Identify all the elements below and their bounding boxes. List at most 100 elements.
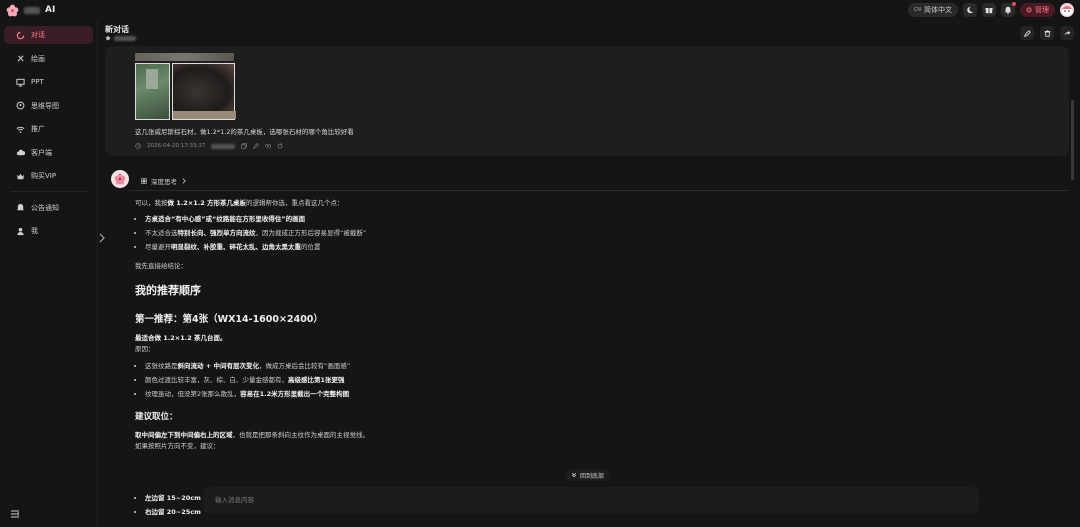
back-to-bottom-label: 回到底部 xyxy=(580,472,605,480)
sidebar-item-drawing[interactable]: 绘画 xyxy=(4,50,93,68)
gift-icon xyxy=(985,8,993,14)
crown-icon xyxy=(16,173,25,179)
share-icon xyxy=(1064,30,1070,36)
sidebar-nav: 对话 绘画 PPT 思维导图 推广 客户端 购买VIP 公告通知 我 xyxy=(0,20,97,252)
assistant-answer: 可以，我按做 1.2×1.2 方形茶几桌板的逻辑帮你选，重点看这几个点： 方桌适… xyxy=(135,194,895,450)
first-recommendation-summary: 最适合做 1.2×1.2 茶几台面。 xyxy=(135,334,227,343)
bell-icon xyxy=(16,203,25,211)
collapse-sidebar-icon[interactable] xyxy=(10,509,20,519)
delete-button[interactable] xyxy=(1040,26,1054,40)
cherry-blossom-logo-icon xyxy=(6,4,19,16)
notification-dot xyxy=(1012,2,1016,6)
refresh-icon[interactable] xyxy=(277,143,283,149)
message-input[interactable] xyxy=(213,493,813,507)
sidebar-item-mindmap[interactable]: 思维导图 xyxy=(4,97,93,115)
position-advice: 取中间偏左下到中间偏右上的区域，也就是把那条斜向主纹作为桌面的主视觉线。 xyxy=(135,430,369,439)
sidebar-item-chat[interactable]: 对话 xyxy=(4,26,93,44)
list-item: 这张纹路是斜向流动 + 中间有层次变化，做成方桌后会比较有“画面感” xyxy=(145,362,895,370)
share-button[interactable] xyxy=(1060,26,1074,40)
chat-header: 新对话 xyxy=(99,20,1080,46)
list-item: 方桌适合“有中心感”或“纹路能在方形里收得住”的画面 xyxy=(145,215,895,223)
admin-label: 管理 xyxy=(1035,6,1049,14)
sidebar-item-label: PPT xyxy=(31,78,44,86)
chat-subtitle xyxy=(105,35,136,41)
sidebar-item-announcements[interactable]: 公告通知 xyxy=(4,199,93,217)
sidebar-item-label: 推广 xyxy=(31,125,45,133)
settings-icon xyxy=(1026,7,1032,13)
sidebar-item-label: 绘画 xyxy=(31,54,45,63)
bell-icon xyxy=(1004,6,1012,14)
chevrons-down-icon xyxy=(571,472,577,478)
sidebar-item-label: 客户端 xyxy=(31,148,52,157)
theme-toggle-button[interactable] xyxy=(963,3,977,17)
sidebar-divider xyxy=(10,190,87,192)
back-to-bottom-button[interactable]: 回到底部 xyxy=(565,469,611,481)
sidebar-item-me[interactable]: 我 xyxy=(4,222,93,240)
edit-icon xyxy=(1023,29,1031,37)
tail-list: 左边留 15~20cm 右边留 20~25cm xyxy=(135,494,201,516)
chevron-right-icon xyxy=(182,178,186,184)
user-icon xyxy=(17,227,24,235)
model-name-redacted xyxy=(114,35,136,41)
key-points-list: 方桌适合“有中心感”或“纹路能在方形里收得住”的画面 不太适合选特别长向、强烈单… xyxy=(135,215,895,251)
mindmap-icon xyxy=(16,101,25,110)
presentation-icon xyxy=(16,78,25,87)
chat-title: 新对话 xyxy=(105,25,129,34)
user-avatar[interactable] xyxy=(1060,3,1074,17)
reason-label: 原因： xyxy=(135,345,155,354)
conclusion-lead: 我先直接给结论： xyxy=(135,261,187,270)
sidebar: 对话 绘画 PPT 思维导图 推广 客户端 购买VIP 公告通知 我 xyxy=(0,20,98,527)
gift-button[interactable] xyxy=(982,3,996,17)
user-message: 这几张威尼斯棕石材，做1.2*1.2的茶几桌板，选哪张石材的哪个角比较好看 20… xyxy=(105,46,1069,156)
heading-position: 建议取位： xyxy=(135,411,178,422)
reasons-list: 这张纹路是斜向流动 + 中间有层次变化，做成方桌后会比较有“画面感” 颜色过渡比… xyxy=(135,362,895,398)
sidebar-item-ppt[interactable]: PPT xyxy=(4,73,93,91)
sidebar-item-promotion[interactable]: 推广 xyxy=(4,120,93,138)
sidebar-item-label: 我 xyxy=(31,227,38,235)
assistant-avatar xyxy=(111,170,129,188)
position-note: 如果按照片方向不变，建议： xyxy=(135,441,220,450)
divider xyxy=(129,190,1069,191)
list-item: 不太适合选特别长向、强烈单方向流纹，因为裁成正方形后容易显得“被截断” xyxy=(145,229,895,237)
top-bar: AI CN 简体中文 管理 xyxy=(0,0,1080,20)
heading-first-recommendation: 第一推荐：第4张（WX14-1600×2400） xyxy=(135,314,323,326)
star-icon[interactable] xyxy=(105,35,111,41)
heading-recommend-order: 我的推荐顺序 xyxy=(135,283,201,297)
cloud-icon xyxy=(16,149,25,156)
user-message-text: 这几张威尼斯棕石材，做1.2*1.2的茶几桌板，选哪张石材的哪个角比较好看 xyxy=(135,128,354,136)
image-attachments xyxy=(135,63,236,120)
message-input-bar xyxy=(203,487,979,514)
deep-thinking-label: 深度思考 xyxy=(151,178,177,186)
avatar-face-icon xyxy=(1062,6,1072,16)
brand-name: AI xyxy=(45,5,56,15)
copy-icon[interactable] xyxy=(241,143,248,149)
sidebar-item-client[interactable]: 客户端 xyxy=(4,144,93,162)
list-item: 纹理虽动，但没第2张那么散乱，容易在1.2米方形里截出一个完整构图 xyxy=(145,390,895,398)
list-item: 右边留 20~25cm xyxy=(145,508,201,516)
sidebar-item-label: 公告通知 xyxy=(31,203,59,212)
stone-photo-3[interactable] xyxy=(172,63,236,120)
model-name-redacted xyxy=(211,143,236,149)
language-code: CN xyxy=(913,7,921,13)
deep-thinking-toggle[interactable]: 深度思考 xyxy=(141,176,187,186)
edit-button[interactable] xyxy=(1020,26,1034,40)
clock-icon xyxy=(135,143,141,149)
top-right-actions: CN 简体中文 管理 xyxy=(907,2,1074,18)
admin-button[interactable]: 管理 xyxy=(1020,3,1055,17)
list-item: 颜色过渡比较丰富，灰、棕、白、少量金感都有，高级感比第1张更强 xyxy=(145,376,895,384)
brand-name-redacted xyxy=(24,6,40,14)
language-switch-button[interactable]: CN 简体中文 xyxy=(907,3,958,17)
quote-icon[interactable] xyxy=(265,143,272,149)
chat-content: 这几张威尼斯棕石材，做1.2*1.2的茶几桌板，选哪张石材的哪个角比较好看 20… xyxy=(99,46,1080,527)
stone-photo-1[interactable] xyxy=(135,53,234,61)
list-item: 尽量避开明显裂纹、补胶重、碎花太乱、边角太黑太重的位置 xyxy=(145,243,895,251)
answer-intro: 可以，我按做 1.2×1.2 方形茶几桌板的逻辑帮你选，重点看这几个点： xyxy=(135,199,344,207)
edit-icon[interactable] xyxy=(253,143,260,149)
notification-button[interactable] xyxy=(1001,2,1016,17)
sidebar-item-buy-vip[interactable]: 购买VIP xyxy=(4,167,93,185)
moon-icon xyxy=(967,6,974,14)
user-message-meta: 2026-04-20 17:33:37 xyxy=(135,143,283,149)
scrollbar[interactable] xyxy=(1071,100,1074,180)
stone-photo-2[interactable] xyxy=(135,63,170,120)
brand[interactable]: AI xyxy=(6,2,55,18)
